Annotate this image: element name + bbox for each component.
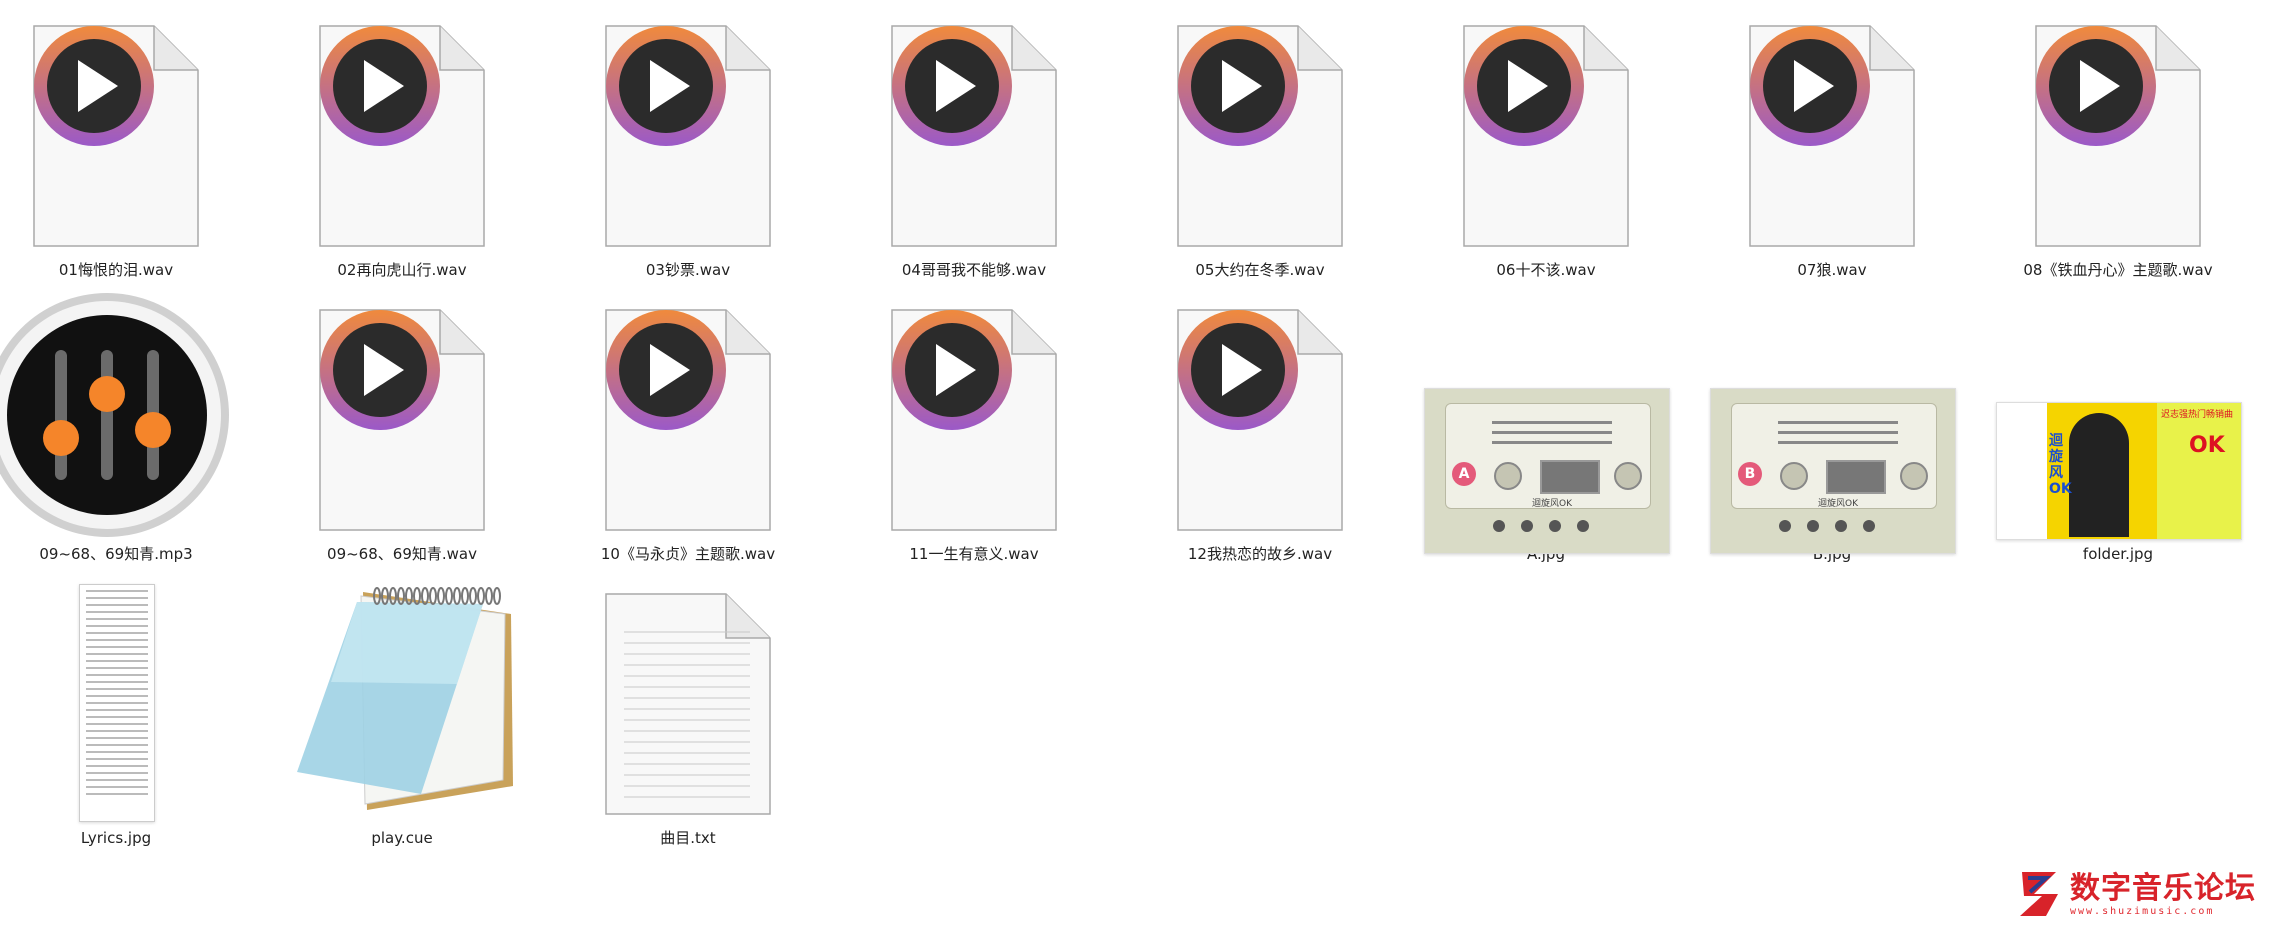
file-thumbnail: 迟志强热门畅销曲 迴旋风OK OK <box>1975 290 2261 540</box>
text-file-icon <box>604 592 772 816</box>
watermark-title: 数字音乐论坛 <box>2070 870 2256 906</box>
file-item[interactable]: 07狼.wav <box>1689 6 1975 288</box>
audio-file-icon <box>604 24 772 248</box>
audio-file-icon <box>890 24 1058 248</box>
play-icon <box>892 310 1012 430</box>
file-item[interactable]: 04哥哥我不能够.wav <box>831 6 1117 288</box>
watermark-url: www.shuzimusic.com <box>2070 905 2215 917</box>
file-thumbnail <box>1403 6 1689 256</box>
file-item[interactable]: 05大约在冬季.wav <box>1117 6 1403 288</box>
album-cover-text: 迴旋风OK <box>2049 433 2072 497</box>
file-thumbnail <box>0 6 259 256</box>
audio-file-icon <box>1748 24 1916 248</box>
file-item[interactable]: 12我热恋的故乡.wav <box>1117 290 1403 572</box>
file-name-label: 07狼.wav <box>1797 261 1867 279</box>
audio-file-icon <box>890 308 1058 532</box>
file-item[interactable]: A 迴旋风OK A.jpg <box>1403 290 1689 572</box>
play-icon <box>2036 26 2156 146</box>
audio-file-icon <box>1176 24 1344 248</box>
file-name-label: 03钞票.wav <box>645 261 731 279</box>
file-thumbnail <box>0 574 259 824</box>
file-name-label: 09~68、69知青.mp3 <box>39 545 193 563</box>
file-item[interactable]: 08《铁血丹心》主题歌.wav <box>1975 6 2261 288</box>
play-icon <box>1178 26 1298 146</box>
file-name-label: 04哥哥我不能够.wav <box>901 261 1047 279</box>
audio-file-icon <box>318 24 486 248</box>
album-title: 迟志强热门畅销曲 <box>2161 410 2234 420</box>
play-icon <box>1178 310 1298 430</box>
file-item[interactable]: 迟志强热门畅销曲 迴旋风OK OK folder.jpg <box>1975 290 2261 572</box>
audio-file-icon <box>1176 308 1344 532</box>
file-name-label: folder.jpg <box>2082 545 2154 563</box>
cassette-label: 迴旋风OK <box>1532 499 1572 509</box>
file-thumbnail <box>1117 6 1403 256</box>
file-name-label: 02再向虎山行.wav <box>337 261 467 279</box>
file-thumbnail <box>831 6 1117 256</box>
file-thumbnail <box>545 290 831 540</box>
play-icon <box>320 26 440 146</box>
play-icon <box>1464 26 1584 146</box>
watermark: 数字音乐论坛 www.shuzimusic.com <box>2016 866 2256 922</box>
play-icon <box>34 26 154 146</box>
file-name-label: 06十不该.wav <box>1496 261 1596 279</box>
file-thumbnail <box>259 6 545 256</box>
file-name-label: Lyrics.jpg <box>80 829 152 847</box>
file-name-label: 05大约在冬季.wav <box>1195 261 1325 279</box>
play-icon <box>606 26 726 146</box>
file-thumbnail <box>1117 290 1403 540</box>
cassette-photo: B 迴旋风OK <box>1710 388 1956 554</box>
audio-file-icon <box>604 308 772 532</box>
file-thumbnail <box>545 6 831 256</box>
file-name-label: 11一生有意义.wav <box>909 545 1039 563</box>
file-thumbnail <box>1689 6 1975 256</box>
file-item[interactable]: 02再向虎山行.wav <box>259 6 545 288</box>
album-cover-photo: 迟志强热门畅销曲 迴旋风OK OK <box>1996 402 2242 540</box>
file-name-label: play.cue <box>371 829 433 847</box>
play-icon <box>892 26 1012 146</box>
file-thumbnail: A 迴旋风OK <box>1403 290 1689 554</box>
play-icon <box>1750 26 1870 146</box>
watermark-logo-icon <box>2020 872 2058 916</box>
file-name-label: 01悔恨的泪.wav <box>58 261 174 279</box>
file-item[interactable]: 09~68、69知青.wav <box>259 290 545 572</box>
mixer-app-icon <box>0 293 229 537</box>
notepad-icon <box>297 587 513 810</box>
file-name-label: 09~68、69知青.wav <box>327 545 477 563</box>
file-item[interactable]: 03钞票.wav <box>545 6 831 288</box>
file-name-label: 08《铁血丹心》主题歌.wav <box>2023 261 2213 279</box>
audio-file-icon <box>1462 24 1630 248</box>
file-item[interactable]: 09~68、69知青.mp3 <box>0 290 259 572</box>
file-thumbnail <box>545 574 831 824</box>
lyrics-photo <box>79 584 155 822</box>
file-item[interactable]: 曲目.txt <box>545 574 831 856</box>
audio-file-icon <box>2034 24 2202 248</box>
file-thumbnail <box>0 290 259 540</box>
audio-file-icon <box>32 24 200 248</box>
audio-file-icon <box>318 308 486 532</box>
file-name-label: 12我热恋的故乡.wav <box>1187 545 1333 563</box>
file-grid: 01悔恨的泪.wav 02再向虎山行.wav 03钞票.wav 04哥哥我不能够… <box>0 0 2270 930</box>
file-item[interactable]: B 迴旋风OK B.jpg <box>1689 290 1975 572</box>
play-icon <box>606 310 726 430</box>
file-name-label: 10《马永贞》主题歌.wav <box>600 545 776 563</box>
file-item[interactable]: 10《马永贞》主题歌.wav <box>545 290 831 572</box>
file-item[interactable]: Lyrics.jpg <box>0 574 259 856</box>
file-thumbnail <box>1975 6 2261 256</box>
cassette-label: 迴旋风OK <box>1818 499 1858 509</box>
file-thumbnail <box>259 290 545 540</box>
play-icon <box>320 310 440 430</box>
file-name-label: 曲目.txt <box>660 829 716 847</box>
file-thumbnail <box>831 290 1117 540</box>
file-item[interactable]: 01悔恨的泪.wav <box>0 6 259 288</box>
file-thumbnail <box>259 574 545 824</box>
cassette-photo: A 迴旋风OK <box>1424 388 1670 554</box>
file-item[interactable]: 11一生有意义.wav <box>831 290 1117 572</box>
album-ok-text: OK <box>2189 433 2225 458</box>
file-item[interactable]: 06十不该.wav <box>1403 6 1689 288</box>
file-thumbnail: B 迴旋风OK <box>1689 290 1975 554</box>
file-item[interactable]: play.cue <box>259 574 545 856</box>
